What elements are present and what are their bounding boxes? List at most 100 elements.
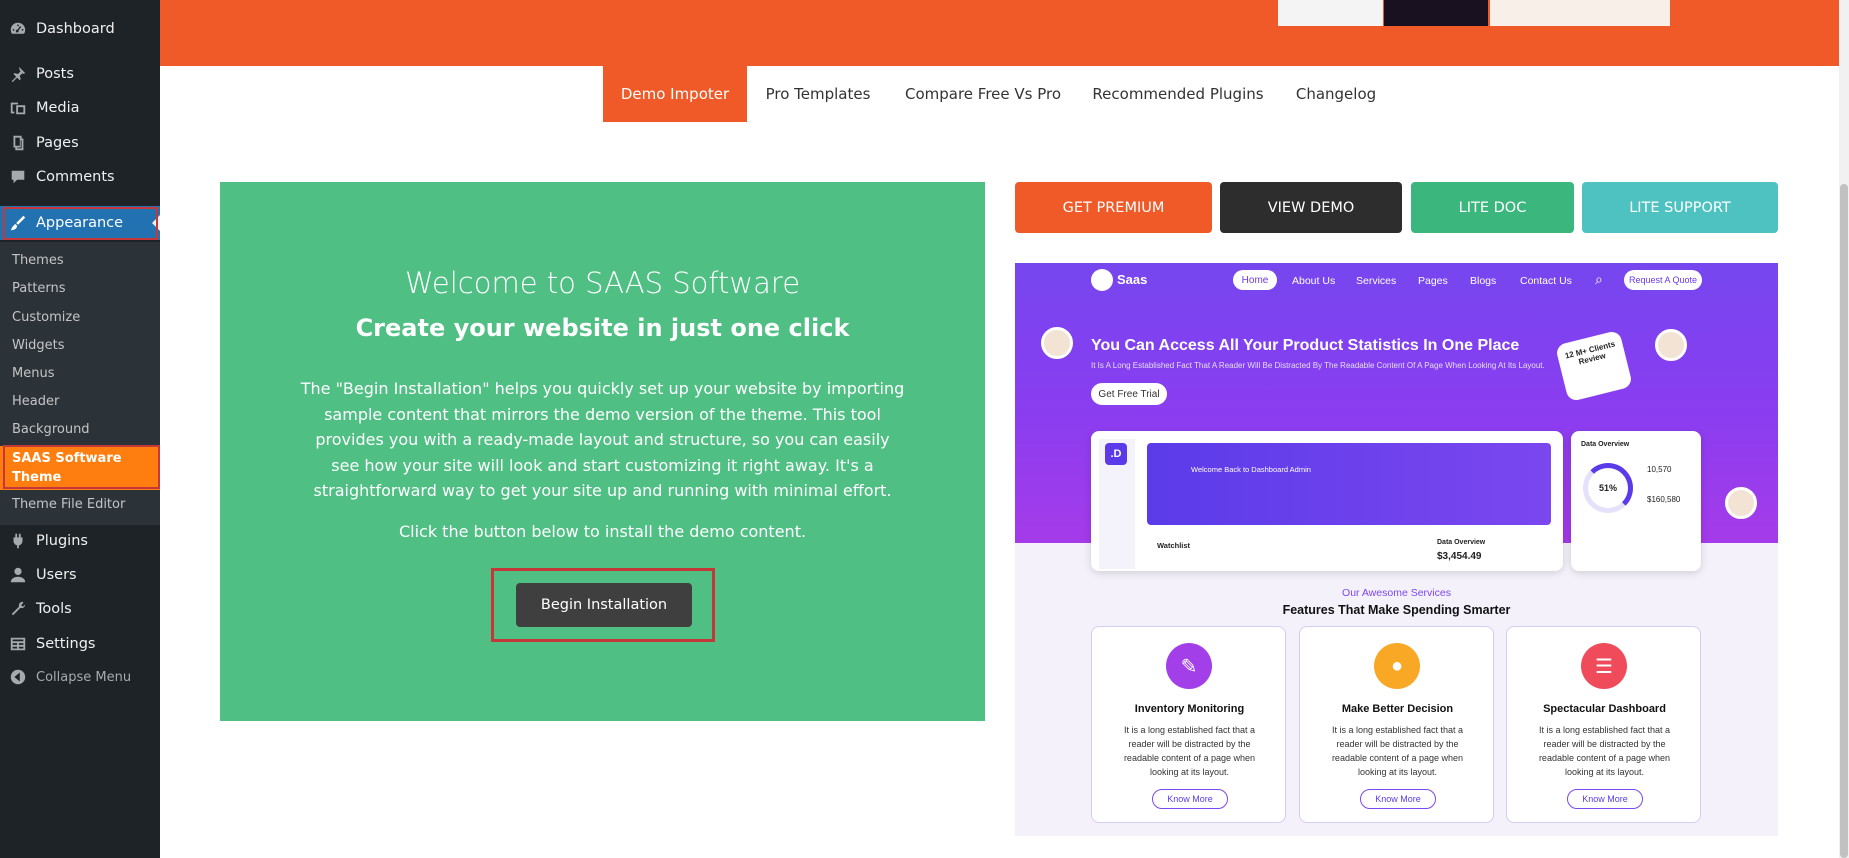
welcome-description: The "Begin Installation" helps you quick… [300, 379, 905, 500]
tab-demo-importer[interactable]: Demo Impoter [603, 66, 747, 122]
preview-nav-blogs: Blogs [1470, 275, 1497, 287]
preview-logo-icon [1091, 269, 1113, 291]
list-icon: ☰ [1581, 643, 1627, 689]
preview-data-overview: Data Overview [1437, 539, 1486, 546]
get-premium-button[interactable]: GET PREMIUM [1015, 182, 1212, 233]
tab-changelog[interactable]: Changelog [1290, 66, 1382, 122]
menu-pages[interactable]: Pages [0, 126, 160, 160]
preview-card-desc: It is a long established fact that a rea… [1331, 725, 1464, 777]
preview-feature-card: ☰ Spectacular Dashboard It is a long est… [1506, 626, 1701, 823]
theme-preview-image: Saas Home About Us Services Pages Blogs … [1015, 263, 1778, 836]
tab-pro-templates[interactable]: Pro Templates [752, 66, 884, 122]
submenu-customize[interactable]: Customize [0, 304, 160, 330]
plug-icon [0, 531, 36, 551]
preview-side-title: Data Overview [1581, 441, 1630, 448]
preview-feature-card: ✎ Inventory Monitoring It is a long esta… [1091, 626, 1286, 823]
menu-appearance-label: Appearance [36, 215, 124, 231]
submenu-menus[interactable]: Menus [0, 360, 160, 386]
preview-services-label: Our Awesome Services [1342, 587, 1451, 599]
menu-settings-label: Settings [36, 636, 96, 652]
preview-avatar [1725, 487, 1757, 519]
submenu-theme-file-editor[interactable]: Theme File Editor [0, 491, 160, 517]
submenu-saas-software-theme[interactable]: SAAS Software Theme [0, 446, 160, 490]
pin-icon [0, 64, 36, 84]
preview-logo: Saas [1117, 272, 1148, 287]
preview-nav-about: About Us [1292, 275, 1336, 287]
preview-tagline: It Is A Long Established Fact That A Rea… [1091, 361, 1545, 370]
settings-icon [0, 634, 36, 654]
preview-dashboard-banner [1147, 443, 1551, 525]
person-icon: ● [1374, 643, 1420, 689]
preview-percent: 51% [1598, 483, 1617, 493]
submenu-header[interactable]: Header [0, 388, 160, 414]
preview-avatar [1655, 329, 1687, 361]
menu-media-label: Media [36, 100, 80, 116]
view-demo-button[interactable]: VIEW DEMO [1220, 182, 1402, 233]
preview-side-value1: 10,570 [1647, 465, 1672, 474]
preview-side-panel: Data Overview 51% 10,570 $160,580 [1571, 431, 1701, 571]
submenu-widgets[interactable]: Widgets [0, 332, 160, 358]
banner-thumbnail [1278, 0, 1383, 26]
menu-tools[interactable]: Tools [0, 592, 160, 626]
edit-doc-icon: ✎ [1166, 643, 1212, 689]
menu-posts-label: Posts [36, 66, 74, 82]
preview-card-desc: It is a long established fact that a rea… [1123, 725, 1256, 777]
collapse-icon [0, 667, 36, 687]
submenu-themes[interactable]: Themes [0, 247, 160, 273]
menu-comments-label: Comments [36, 169, 115, 185]
preview-card-title: Inventory Monitoring [1134, 703, 1245, 715]
preview-dashboard-welcome: Welcome Back to Dashboard Admin [1191, 465, 1311, 474]
preview-nav-pages: Pages [1418, 275, 1448, 287]
menu-appearance[interactable]: Appearance [0, 206, 160, 240]
preview-percent-ring: 51% [1583, 463, 1633, 513]
menu-users-label: Users [36, 567, 77, 583]
begin-installation-highlight: Begin Installation [491, 568, 715, 642]
preview-nav-services: Services [1356, 275, 1397, 287]
menu-users[interactable]: Users [0, 558, 160, 592]
preview-card-title: Spectacular Dashboard [1543, 703, 1666, 715]
preview-hero: Saas Home About Us Services Pages Blogs … [1015, 263, 1778, 571]
preview-card-more: Know More [1567, 789, 1643, 809]
preview-card-more: Know More [1152, 789, 1228, 809]
lite-doc-button[interactable]: LITE DOC [1411, 182, 1574, 233]
tab-compare-free-vs-pro[interactable]: Compare Free Vs Pro [896, 66, 1070, 122]
welcome-card: Welcome to SAAS Software Create your web… [220, 182, 985, 721]
menu-tools-label: Tools [36, 601, 72, 617]
comment-icon [0, 167, 36, 187]
menu-plugins[interactable]: Plugins [0, 524, 160, 558]
media-icon [0, 98, 36, 118]
banner-thumbnail [1384, 0, 1488, 26]
welcome-title: Welcome to SAAS Software [404, 266, 801, 300]
page-scrollbar-thumb[interactable] [1840, 184, 1848, 858]
lite-support-button[interactable]: LITE SUPPORT [1582, 182, 1778, 233]
menu-posts[interactable]: Posts [0, 57, 160, 91]
wrench-icon [0, 599, 36, 619]
menu-pages-label: Pages [36, 135, 79, 151]
menu-settings[interactable]: Settings [0, 627, 160, 661]
menu-comments[interactable]: Comments [0, 160, 160, 194]
preview-card-more: Know More [1360, 789, 1436, 809]
preview-search-icon: ⌕ [1595, 271, 1603, 287]
submenu-background[interactable]: Background [0, 416, 160, 442]
user-icon [0, 565, 36, 585]
preview-nav-home: Home [1233, 270, 1277, 290]
preview-card-desc: It is a long established fact that a rea… [1538, 725, 1671, 777]
brush-icon [0, 213, 36, 233]
preview-amount: $3,454.49 [1437, 551, 1482, 562]
banner-thumbnail [1490, 0, 1670, 26]
begin-installation-button[interactable]: Begin Installation [516, 583, 692, 627]
menu-collapse[interactable]: Collapse Menu [0, 660, 160, 694]
admin-sidebar: Dashboard Posts Media Pages Comments App… [0, 0, 160, 858]
submenu-patterns[interactable]: Patterns [0, 275, 160, 301]
menu-collapse-label: Collapse Menu [36, 669, 132, 685]
menu-dashboard[interactable]: Dashboard [0, 12, 160, 46]
menu-media[interactable]: Media [0, 91, 160, 125]
preview-watchlist: Watchlist [1157, 541, 1191, 550]
preview-dashboard: .D Welcome Back to Dashboard Admin Watch… [1091, 431, 1563, 571]
preview-quote-button: Request A Quote [1624, 270, 1702, 290]
preview-side-value2: $160,580 [1647, 495, 1681, 504]
preview-trial-button: Get Free Trial [1091, 383, 1167, 405]
preview-card-title: Make Better Decision [1341, 703, 1454, 715]
preview-feature-card: ● Make Better Decision It is a long esta… [1299, 626, 1494, 823]
tab-recommended-plugins[interactable]: Recommended Plugins [1090, 66, 1266, 122]
